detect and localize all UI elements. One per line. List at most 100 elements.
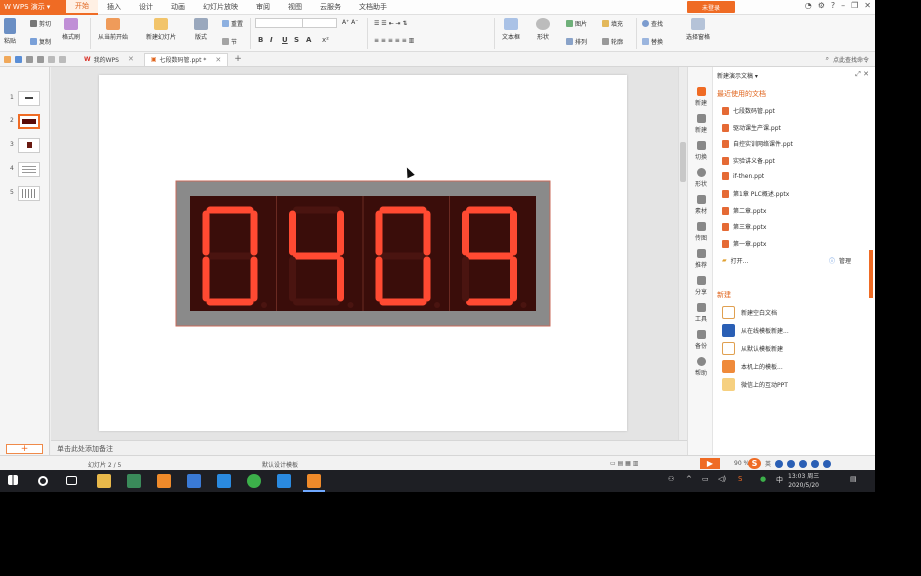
browser-icon[interactable] — [187, 474, 201, 488]
close-icon[interactable]: ✕ — [864, 1, 871, 10]
pane-resize-handle[interactable] — [869, 250, 873, 298]
paste-button[interactable]: 粘贴 — [4, 18, 16, 45]
shadow-button[interactable]: S — [294, 36, 299, 44]
sidetab-new[interactable]: 新建 — [688, 87, 714, 107]
recent-file[interactable]: if-then.ppt — [722, 172, 764, 180]
taskbar-clock[interactable]: 13:03 周三 2020/5/20 — [788, 472, 819, 490]
app-icon[interactable] — [277, 474, 291, 488]
fill-button[interactable]: 填充 — [602, 19, 623, 28]
recent-file[interactable]: 第一章.pptx — [722, 239, 766, 248]
ime-toolbar[interactable]: S 英 — [748, 458, 832, 469]
file-explorer-icon[interactable] — [97, 474, 111, 488]
tab-review[interactable]: 审阅 — [247, 0, 279, 15]
volume-icon[interactable]: ◁) — [718, 475, 726, 483]
task-pane-controls[interactable]: ⤢ ✕ — [855, 70, 869, 79]
notes-pane[interactable]: 单击此处添加备注 — [51, 440, 687, 455]
new-tab-icon[interactable]: + — [234, 54, 242, 64]
recent-file[interactable]: 实验讲义备.ppt — [722, 156, 775, 165]
new-from-default-template[interactable]: 从默认模板新建 — [722, 342, 783, 355]
tab-cloud[interactable]: 云服务 — [311, 0, 350, 15]
tab-view[interactable]: 视图 — [279, 0, 311, 15]
close-icon[interactable]: ✕ — [128, 55, 134, 63]
slide-thumbnail-4[interactable] — [18, 162, 40, 177]
wps-presentation-icon[interactable] — [307, 474, 321, 488]
play-slideshow-button[interactable]: ▶ — [700, 458, 720, 469]
selection-pane-button[interactable]: 选择窗格 — [686, 18, 710, 41]
skin-icon[interactable]: ◔ — [805, 1, 812, 10]
recent-file[interactable]: 驱动课生产课.ppt — [722, 123, 781, 132]
app-menu-button[interactable]: W WPS 演示 ▾ — [0, 0, 66, 15]
tray-chevron-icon[interactable]: ^ — [686, 475, 692, 483]
close-icon[interactable]: ✕ — [215, 56, 221, 64]
tray-app-icon[interactable]: ● — [760, 475, 766, 483]
sidetab-material[interactable]: 素材 — [688, 195, 714, 215]
sidetab-upload[interactable]: 传图 — [688, 222, 714, 242]
command-search[interactable]: ⌕ 点此查找命令 — [826, 55, 869, 64]
copy-button[interactable]: 复制 — [30, 37, 51, 46]
tab-animation[interactable]: 动画 — [162, 0, 194, 15]
slide-thumbnail-3[interactable] — [18, 138, 40, 153]
people-icon[interactable]: ⚇ — [668, 475, 674, 483]
font-color-button[interactable]: A — [306, 36, 311, 44]
recent-file[interactable]: 第三章.pptx — [722, 222, 766, 231]
sidetab-transition[interactable]: 切换 — [688, 141, 714, 161]
restore-icon[interactable]: ❐ — [851, 1, 858, 10]
sogou-tray-icon[interactable]: S — [738, 475, 742, 483]
new-blank-doc[interactable]: 新建空白文档 — [722, 306, 777, 319]
italic-button[interactable]: I — [270, 36, 273, 44]
sidetab-tools[interactable]: 工具 — [688, 303, 714, 323]
new-slide-button[interactable]: 新建幻灯片 — [146, 18, 176, 41]
open-file-link[interactable]: ▰ 打开... — [722, 256, 748, 265]
slide-thumbnail-2[interactable] — [18, 114, 40, 129]
minimize-icon[interactable]: – — [841, 1, 845, 10]
replace-button[interactable]: 替换 — [642, 37, 663, 46]
sidetab-new2[interactable]: 新建 — [688, 114, 714, 134]
manage-link[interactable]: ⓘ 管理 — [829, 256, 851, 265]
wps-writer-icon[interactable] — [217, 474, 231, 488]
vertical-scrollbar[interactable] — [678, 67, 687, 440]
sidetab-recommend[interactable]: 推荐 — [688, 249, 714, 269]
new-from-online-template[interactable]: 从在线模板新建... — [722, 324, 789, 337]
seven-segment-display[interactable] — [99, 75, 627, 431]
slide-thumbnail-5[interactable] — [18, 186, 40, 201]
network-icon[interactable]: ▭ — [702, 475, 709, 483]
reset-button[interactable]: 重置 — [222, 19, 243, 28]
cut-button[interactable]: 剪切 — [30, 19, 51, 28]
sidetab-share[interactable]: 分享 — [688, 276, 714, 296]
wechat-icon[interactable] — [247, 474, 261, 488]
paragraph-tools-bottom[interactable]: ≡ ≡ ≡ ≡ ≡ ▥ — [374, 37, 414, 44]
ime-indicator[interactable]: 中 — [776, 475, 783, 485]
slide-thumbnail-1[interactable] — [18, 91, 40, 106]
task-view-icon[interactable] — [66, 476, 77, 485]
redo-icon[interactable] — [59, 55, 66, 63]
slide-page[interactable] — [99, 75, 627, 431]
open-icon[interactable] — [4, 55, 11, 63]
view-buttons[interactable]: ▭ ▤ ▦ ▥ — [610, 460, 638, 467]
new-from-local-template[interactable]: 本机上的模板... — [722, 360, 783, 373]
recent-file[interactable]: 第二章.pptx — [722, 206, 766, 215]
recent-file[interactable]: 第1章 PLC概述.pptx — [722, 189, 789, 198]
windows-start-icon[interactable] — [8, 475, 18, 485]
recent-file[interactable]: 自控实训网络课件.ppt — [722, 139, 793, 148]
sidetab-backup[interactable]: 备份 — [688, 330, 714, 350]
tab-home[interactable]: 开始 — [66, 0, 98, 15]
font-size-select[interactable] — [302, 18, 338, 28]
preview-icon[interactable] — [37, 55, 44, 63]
tab-insert[interactable]: 插入 — [98, 0, 130, 15]
grow-font-button[interactable]: A⁺ A⁻ — [342, 19, 358, 26]
find-button[interactable]: 查找 — [642, 19, 663, 28]
new-wechat-interactive[interactable]: 微信上的互动PPT — [722, 378, 788, 391]
sidetab-shape[interactable]: 形状 — [688, 168, 714, 188]
recent-file[interactable]: 七段数码管.ppt — [722, 106, 775, 115]
help-icon[interactable]: ? — [831, 1, 835, 10]
tab-my-wps[interactable]: W 我的WPS ✕ — [78, 53, 140, 66]
zoom-level[interactable]: 90 % — [734, 460, 749, 467]
format-painter-button[interactable]: 格式刷 — [62, 18, 80, 41]
settings-icon[interactable]: ⚙ — [818, 1, 825, 10]
underline-button[interactable]: U — [282, 36, 288, 44]
search-icon[interactable] — [38, 476, 48, 486]
login-button[interactable]: 未登录 — [687, 1, 735, 13]
save-icon[interactable] — [15, 55, 22, 63]
paragraph-tools-top[interactable]: ☰ ☰ ⇤ ⇥ ⇅ — [374, 20, 407, 27]
sidetab-help[interactable]: 帮助 — [688, 357, 714, 377]
